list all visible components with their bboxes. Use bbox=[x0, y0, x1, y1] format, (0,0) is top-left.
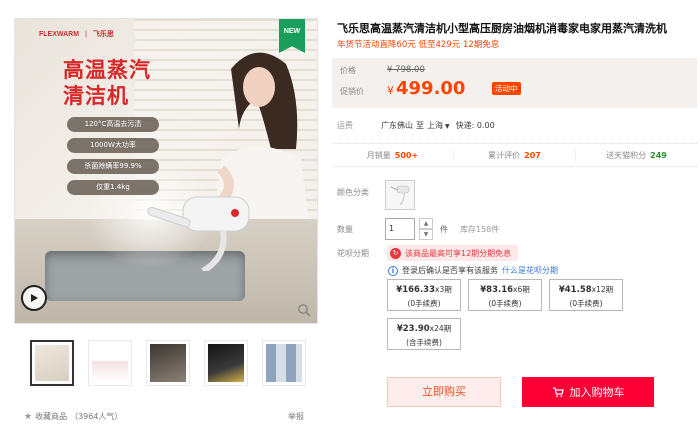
qty-decrease-button[interactable]: ▼ bbox=[419, 229, 433, 240]
installment-plan-3[interactable]: ¥166.33x3期 (0手续费) bbox=[387, 279, 461, 311]
star-icon: ★ bbox=[24, 411, 33, 422]
quantity-input[interactable]: 1 bbox=[385, 218, 415, 240]
cart-icon bbox=[552, 387, 564, 398]
reviews-value: 207 bbox=[524, 150, 541, 160]
original-price-label: 价格 bbox=[340, 66, 356, 75]
installment-plan-12[interactable]: ¥41.58x12期 (0手续费) bbox=[549, 279, 623, 311]
thumbnail-image bbox=[92, 344, 128, 382]
thumbnail-image bbox=[150, 344, 186, 382]
popularity-count: （3964人气） bbox=[70, 412, 123, 421]
brand-logo: FLEXWARM | 飞乐思 bbox=[39, 29, 114, 39]
sales-stats: 月销量 500+ 累计评价 207 送天猫积分 249 bbox=[332, 143, 697, 167]
thumbnail-1[interactable] bbox=[30, 340, 74, 386]
play-video-button[interactable] bbox=[21, 285, 47, 311]
feature-pill: 1000W大功率 bbox=[67, 138, 159, 153]
thumbnail-3[interactable] bbox=[146, 340, 190, 386]
plan-amount: ¥83.16 bbox=[480, 285, 514, 295]
monthly-sales: 月销量 500+ bbox=[332, 149, 454, 161]
brand-logo-mark: | bbox=[85, 30, 87, 38]
points-label: 送天猫积分 bbox=[606, 150, 647, 160]
event-tag: 活动中 bbox=[492, 82, 521, 95]
steam-cleaner-device bbox=[147, 196, 250, 271]
feature-pill: 120°C高温去污渍 bbox=[67, 117, 159, 132]
huabei-icon: ↻ bbox=[390, 247, 401, 259]
review-count[interactable]: 累计评价 207 bbox=[454, 149, 576, 161]
shipping-label: 运费 bbox=[337, 121, 353, 130]
monthly-sales-value: 500+ bbox=[394, 150, 419, 160]
favorite-button[interactable]: ★ 收藏商品 （3964人气） bbox=[24, 411, 122, 422]
favorite-label: 收藏商品 bbox=[35, 412, 68, 421]
plan-term: x24期 bbox=[429, 324, 452, 333]
thumbnail-5[interactable] bbox=[262, 340, 306, 386]
add-to-cart-label: 加入购物车 bbox=[569, 386, 625, 399]
brand-logo-en: FLEXWARM bbox=[39, 30, 80, 38]
ship-from: 广东佛山 bbox=[381, 121, 413, 130]
color-option-label: 颜色分类 bbox=[337, 188, 369, 197]
promo-price-value: 499.00 bbox=[396, 78, 466, 99]
plan-term: x12期 bbox=[591, 285, 614, 294]
thumbnail-image bbox=[266, 344, 302, 382]
thumbnail-2[interactable] bbox=[88, 340, 132, 386]
headline-line-1: 高温蒸汽 bbox=[63, 58, 151, 82]
plan-term: x3期 bbox=[435, 285, 452, 294]
tmall-points: 送天猫积分 249 bbox=[576, 150, 697, 161]
monthly-sales-label: 月销量 bbox=[366, 150, 391, 160]
product-headline: 高温蒸汽 清洁机 bbox=[63, 57, 151, 109]
plan-amount: ¥41.58 bbox=[558, 285, 592, 295]
installment-plan-6[interactable]: ¥83.16x6期 (0手续费) bbox=[468, 279, 542, 311]
thumbnail-image bbox=[35, 345, 69, 381]
qty-unit: 件 bbox=[440, 225, 448, 234]
huabei-note-text: 登录后确认是否享有该服务 bbox=[402, 266, 498, 275]
promo-price-label: 促销价 bbox=[340, 87, 364, 96]
zoom-icon[interactable] bbox=[297, 303, 311, 317]
info-icon: i bbox=[388, 265, 398, 276]
chevron-down-icon: ▼ bbox=[445, 123, 450, 130]
feature-pill: 仅重1.4kg bbox=[67, 180, 159, 195]
qty-increase-button[interactable]: ▲ bbox=[419, 218, 433, 229]
plan-term: x6期 bbox=[513, 285, 530, 294]
reviews-label: 累计评价 bbox=[488, 150, 521, 160]
report-link[interactable]: 举报 bbox=[288, 411, 304, 422]
points-value: 249 bbox=[650, 150, 667, 160]
product-title: 飞乐思高温蒸汽清洁机小型高压厨房油烟机消毒家电家用蒸汽清洗机 bbox=[337, 22, 667, 35]
thumbnail-strip bbox=[30, 340, 306, 386]
promo-text: 年货节活动直降60元 低至429元 12期免息 bbox=[337, 40, 500, 50]
plan-fee: (0手续费) bbox=[569, 299, 603, 308]
plan-fee: (0手续费) bbox=[488, 299, 522, 308]
qty-label: 数量 bbox=[337, 225, 353, 234]
installment-plan-24[interactable]: ¥23.90x24期 (含手续费) bbox=[387, 318, 461, 350]
brand-logo-cn: 飞乐思 bbox=[92, 31, 114, 38]
feature-list: 120°C高温去污渍 1000W大功率 杀菌除螨率99.9% 仅重1.4kg bbox=[67, 117, 159, 201]
color-option-swatch[interactable] bbox=[385, 180, 415, 210]
currency-symbol: ¥ bbox=[387, 84, 394, 97]
ship-to-word: 至 bbox=[416, 121, 424, 130]
huabei-help-link[interactable]: 什么是花呗分期 bbox=[502, 265, 558, 276]
thumbnail-4[interactable] bbox=[204, 340, 248, 386]
play-icon bbox=[31, 294, 38, 302]
feature-pill: 杀菌除螨率99.9% bbox=[67, 159, 159, 174]
huabei-banner-text: 该商品最高可享12期分期免息 bbox=[405, 248, 512, 258]
plan-fee: (0手续费) bbox=[407, 299, 441, 308]
add-to-cart-button[interactable]: 加入购物车 bbox=[522, 377, 654, 407]
promo-price: ¥499.00 bbox=[387, 78, 465, 99]
price-panel: 价格 ¥ 798.00 促销价 ¥499.00 活动中 bbox=[332, 58, 697, 108]
huabei-note: i 登录后确认是否享有该服务 什么是花呗分期 bbox=[388, 265, 558, 276]
ship-to-selector[interactable]: 上海 ▼ bbox=[427, 120, 450, 131]
plan-amount: ¥23.90 bbox=[396, 324, 430, 334]
headline-line-2: 清洁机 bbox=[63, 84, 129, 108]
express-fee: 快递: 0.00 bbox=[455, 121, 495, 130]
thumbnail-image bbox=[208, 344, 244, 382]
stock-count: 库存158件 bbox=[460, 225, 500, 234]
plan-amount: ¥166.33 bbox=[396, 285, 435, 295]
huabei-banner: ↻ 该商品最高可享12期分期免息 bbox=[387, 245, 519, 261]
buy-now-button[interactable]: 立即购买 bbox=[387, 377, 501, 407]
gallery-footer: ★ 收藏商品 （3964人气） 举报 bbox=[24, 411, 304, 422]
main-product-image[interactable]: FLEXWARM | 飞乐思 高温蒸汽 清洁机 120°C高温去污渍 1000W… bbox=[14, 18, 318, 324]
plan-fee: (含手续费) bbox=[406, 338, 442, 347]
steam-cleaner-thumb-icon bbox=[390, 185, 410, 206]
ship-to-city: 上海 bbox=[427, 121, 443, 130]
original-price: ¥ 798.00 bbox=[387, 65, 425, 75]
huabei-label: 花呗分期 bbox=[337, 249, 369, 258]
shipping-row: 运费 广东佛山 至 上海 ▼ 快递: 0.00 bbox=[337, 120, 498, 131]
